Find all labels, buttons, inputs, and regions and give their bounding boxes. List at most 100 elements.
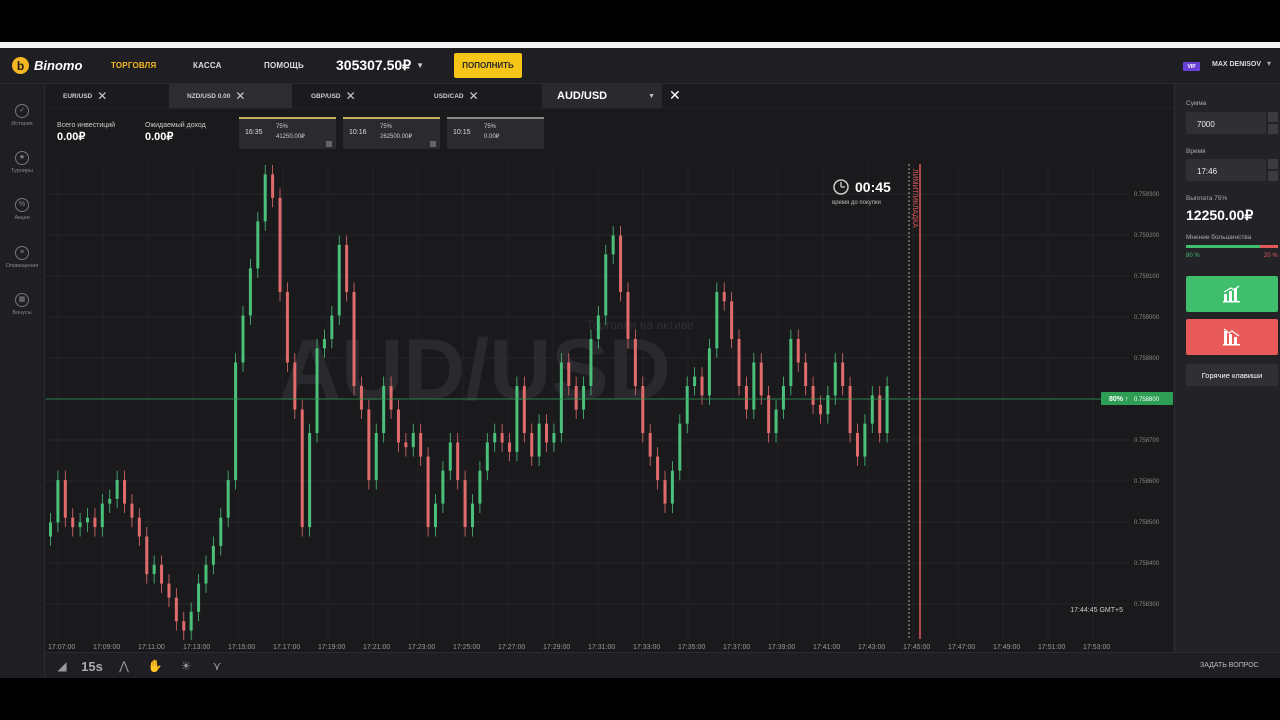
sidebar-item-tournaments[interactable]: ★ Турниры bbox=[0, 151, 44, 174]
deposit-button[interactable]: ПОПОЛНИТЬ bbox=[454, 53, 522, 78]
left-sidebar: ✓ История ★ Турниры % Акции ≡ Оповещения… bbox=[0, 84, 45, 678]
nav-trading[interactable]: ТОРГОВЛЯ bbox=[111, 61, 156, 70]
user-menu[interactable]: MAX DENISOV bbox=[1212, 61, 1261, 68]
sidebar-item-history[interactable]: ✓ История bbox=[0, 104, 44, 127]
x-tick-label: 17:07:00 bbox=[48, 644, 75, 651]
x-tick-label: 17:53:00 bbox=[1083, 644, 1110, 651]
sidebar-item-label: Бонусы bbox=[12, 310, 32, 316]
close-icon[interactable]: ✕ bbox=[469, 89, 479, 103]
balance-selector[interactable]: 305307.50₽ ▼ bbox=[336, 57, 424, 74]
candle bbox=[337, 244, 341, 316]
sidebar-item-label: Оповещения bbox=[5, 263, 39, 269]
candle bbox=[596, 315, 600, 339]
x-tick-label: 17:27:00 bbox=[498, 644, 525, 651]
close-icon[interactable]: ✕ bbox=[346, 89, 356, 103]
hotkeys-button[interactable]: Горячие клавиши bbox=[1186, 364, 1278, 386]
candle bbox=[737, 338, 741, 386]
tab-nzdusd[interactable]: NZD/USD 0.00 ✕ bbox=[169, 84, 292, 108]
candle bbox=[86, 517, 90, 523]
candle bbox=[744, 386, 748, 410]
chart-up-icon bbox=[1223, 285, 1240, 303]
deal-card[interactable]: 10:15 75% 0.00₽ bbox=[447, 117, 544, 149]
deal-amount: 41250.00₽ bbox=[276, 134, 305, 140]
x-tick-label: 17:19:00 bbox=[318, 644, 345, 651]
deal-menu-icon[interactable] bbox=[430, 141, 436, 147]
x-tick-label: 17:35:00 bbox=[678, 644, 705, 651]
buy-down-button[interactable] bbox=[1186, 319, 1278, 355]
sidebar-item-promotions[interactable]: % Акции bbox=[0, 198, 44, 221]
chart-type-icon[interactable]: ◢ bbox=[51, 657, 73, 675]
candle bbox=[389, 386, 393, 410]
candle bbox=[530, 433, 534, 457]
buy-up-button[interactable] bbox=[1186, 276, 1278, 312]
nav-help[interactable]: ПОМОЩЬ bbox=[264, 61, 304, 70]
tab-gbpusd[interactable]: GBP/USD ✕ bbox=[311, 84, 356, 108]
chart-watermark-sub: Торговля на активе bbox=[586, 318, 694, 332]
time-label: Время bbox=[1186, 148, 1206, 155]
timeframe-button[interactable]: 15s bbox=[81, 657, 103, 675]
candle bbox=[49, 522, 52, 537]
fork-icon[interactable]: ⋎ bbox=[206, 657, 228, 675]
time-stepper[interactable] bbox=[1268, 159, 1278, 181]
candle bbox=[789, 338, 793, 386]
chevron-down-icon[interactable]: ▾ bbox=[1267, 59, 1271, 68]
y-tick-label: 0.759200 bbox=[1134, 233, 1160, 239]
candle bbox=[115, 480, 119, 499]
candlestick-chart[interactable]: AUD/USD Торговля на активе 0.7593000.759… bbox=[45, 109, 1173, 659]
nav-cashier[interactable]: КАССА bbox=[193, 61, 222, 70]
deal-amount: 262500.00₽ bbox=[380, 134, 413, 140]
candle bbox=[515, 386, 519, 452]
time-input[interactable]: 17:46 bbox=[1186, 159, 1266, 181]
amount-input[interactable]: 7000 bbox=[1186, 112, 1266, 134]
candle bbox=[678, 423, 682, 471]
y-tick-label: 0.758300 bbox=[1134, 602, 1160, 608]
y-axis: 0.759300 0.759200 0.759100 0.759000 0.758900… bbox=[1134, 192, 1160, 608]
sidebar-item-notifications[interactable]: ≡ Оповещения bbox=[0, 246, 44, 269]
ask-question-link[interactable]: ЗАДАТЬ ВОПРОС bbox=[1200, 662, 1259, 669]
bell-icon: ≡ bbox=[15, 246, 29, 260]
x-tick-label: 17:43:00 bbox=[858, 644, 885, 651]
expected-income: Ожидаемый доход 0.00₽ bbox=[145, 122, 206, 143]
x-tick-label: 17:09:00 bbox=[93, 644, 120, 651]
asset-selector[interactable]: AUD/USD ▼ bbox=[542, 84, 662, 108]
add-tab-icon[interactable]: ✕ bbox=[669, 87, 681, 104]
asset-selector-label: AUD/USD bbox=[557, 90, 608, 102]
candle bbox=[137, 517, 141, 537]
balance-value: 305307.50₽ bbox=[336, 57, 412, 73]
tab-eurusd[interactable]: EUR/USD ✕ bbox=[63, 84, 107, 108]
candle bbox=[359, 386, 363, 410]
theme-icon[interactable]: ☀ bbox=[175, 657, 197, 675]
logo[interactable]: b Binomo bbox=[12, 57, 82, 74]
candle bbox=[108, 498, 112, 504]
candle bbox=[367, 409, 371, 481]
indicators-icon[interactable]: ⋀ bbox=[113, 657, 135, 675]
candle bbox=[189, 611, 193, 631]
candle bbox=[374, 433, 378, 481]
candle bbox=[256, 221, 260, 269]
candle bbox=[174, 597, 178, 622]
sidebar-item-label: Турниры bbox=[11, 168, 33, 174]
amount-stepper[interactable] bbox=[1268, 112, 1278, 134]
candle bbox=[604, 254, 608, 316]
candle bbox=[693, 376, 697, 386]
right-panel: Сумма 7000 Время 17:46 Выплата 75% 12250… bbox=[1174, 84, 1280, 652]
draw-tool-icon[interactable]: ✋ bbox=[144, 657, 166, 675]
deal-card[interactable]: 10:16 75% 262500.00₽ bbox=[343, 117, 440, 149]
x-tick-label: 17:17:00 bbox=[273, 644, 300, 651]
deal-percent: 75% bbox=[380, 124, 393, 130]
deal-menu-icon[interactable] bbox=[326, 141, 332, 147]
close-icon[interactable]: ✕ bbox=[235, 89, 245, 103]
sidebar-item-bonuses[interactable]: ▦ Бонусы bbox=[0, 293, 44, 316]
tab-usdcad[interactable]: USD/CAD ✕ bbox=[434, 84, 479, 108]
candle bbox=[433, 503, 437, 528]
deal-card[interactable]: 16:35 75% 41250.00₽ bbox=[239, 117, 336, 149]
chart-area[interactable]: Всего инвестиций 0.00₽ Ожидаемый доход 0… bbox=[45, 109, 1173, 659]
x-axis: 17:07:00 17:09:00 17:11:00 17:13:00 17:15:00… bbox=[48, 644, 1110, 651]
close-icon[interactable]: ✕ bbox=[97, 89, 107, 103]
y-tick-label: 0.758500 bbox=[1134, 520, 1160, 526]
percent-icon: % bbox=[15, 198, 29, 212]
clock-icon bbox=[833, 179, 849, 195]
candle bbox=[574, 386, 578, 410]
y-tick-label: 0.758400 bbox=[1134, 561, 1160, 567]
purchase-line-label: ЛИМИТ/ИКЛАДКА bbox=[911, 169, 918, 228]
